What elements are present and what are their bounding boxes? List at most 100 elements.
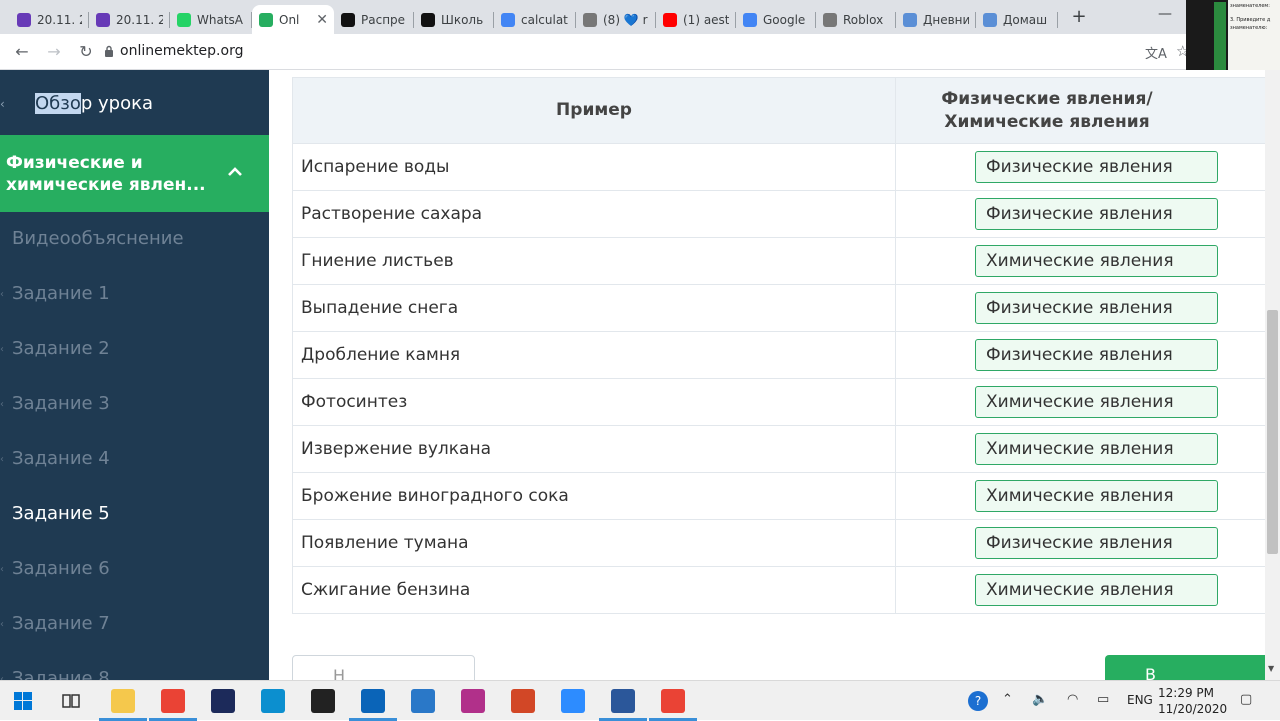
scrollbar-thumb[interactable]	[1267, 310, 1278, 554]
example-cell: Появление тумана	[292, 519, 896, 567]
word-icon[interactable]	[611, 689, 635, 713]
answer-cell: Физические явления	[895, 284, 1265, 332]
battery-icon[interactable]: ▭	[1097, 692, 1109, 707]
outlook-icon[interactable]	[361, 689, 385, 713]
windows-start-icon[interactable]	[14, 692, 32, 710]
answer-cell: Физические явления	[895, 519, 1265, 567]
previous-button[interactable]: Н	[292, 655, 475, 680]
tab-title: WhatsA	[197, 12, 243, 27]
powerpoint-icon[interactable]	[511, 689, 535, 713]
chevron-left-icon[interactable]: ‹	[0, 97, 5, 111]
answer-dropdown[interactable]: Физические явления	[975, 151, 1218, 183]
sidebar-item[interactable]: Задание 3	[12, 393, 110, 414]
current-section[interactable]: Физические и химические явлен...	[0, 135, 269, 212]
example-cell: Гниение листьев	[292, 237, 896, 285]
browser-tab[interactable]: Распре	[334, 5, 414, 34]
answer-dropdown[interactable]: Физические явления	[975, 527, 1218, 559]
answer-dropdown[interactable]: Физические явления	[975, 339, 1218, 371]
answer-cell: Химические явления	[895, 566, 1265, 614]
url-text[interactable]: onlinemektep.org	[120, 43, 243, 59]
item-marker-icon: ‹	[0, 399, 4, 410]
notification-icon[interactable]: ▢	[1240, 692, 1252, 707]
zoom-icon[interactable]	[561, 689, 585, 713]
edge-icon[interactable]	[261, 689, 285, 713]
example-cell: Фотосинтез	[292, 378, 896, 426]
tab-title: Onl	[279, 12, 300, 27]
table-row: Брожение виноградного сока Химические явл…	[292, 472, 1265, 520]
sidebar-item[interactable]: Задание 6	[12, 558, 110, 579]
sidebar-item[interactable]: Задание 1	[12, 283, 110, 304]
browser-tab[interactable]: 20.11. 2	[89, 5, 170, 34]
sidebar-item[interactable]: Задание 7	[12, 613, 110, 634]
answer-dropdown[interactable]: Физические явления	[975, 198, 1218, 230]
browser-tab[interactable]: 20.11. 2	[10, 5, 89, 34]
forms-icon	[17, 12, 31, 27]
answer-dropdown[interactable]: Химические явления	[975, 574, 1218, 606]
minimize-button[interactable]: —	[1158, 6, 1172, 22]
answer-cell: Химические явления	[895, 237, 1265, 285]
answer-cell: Химические явления	[895, 425, 1265, 473]
next-button[interactable]: В	[1105, 655, 1265, 680]
new-tab-button[interactable]: +	[1068, 6, 1090, 28]
help-icon[interactable]: ?	[968, 691, 988, 711]
forward-icon[interactable]: →	[44, 42, 64, 62]
tab-title: Google	[763, 12, 806, 27]
example-cell: Выпадение снега	[292, 284, 896, 332]
chevron-up-icon[interactable]	[226, 163, 244, 181]
date: 11/20/2020	[1158, 702, 1228, 716]
sidebar-item[interactable]: Задание 4	[12, 448, 110, 469]
clock[interactable]: 12:29 PM 11/20/2020	[1158, 685, 1228, 717]
task-view-icon[interactable]	[62, 692, 80, 710]
translate-icon	[743, 12, 757, 27]
answer-dropdown[interactable]: Химические явления	[975, 433, 1218, 465]
onlinemektep-icon	[259, 12, 273, 27]
chrome-icon[interactable]	[161, 689, 185, 713]
chrome-icon[interactable]	[661, 689, 685, 713]
sidebar-item[interactable]: Задание 2	[12, 338, 110, 359]
tab-separator	[1057, 12, 1058, 28]
sidebar-item[interactable]: Задание 8	[12, 668, 110, 680]
overlay-text: знаменателю:	[1230, 25, 1268, 31]
example-cell: Испарение воды	[292, 143, 896, 191]
answer-dropdown[interactable]: Физические явления	[975, 292, 1218, 324]
answer-dropdown[interactable]: Химические явления	[975, 480, 1218, 512]
app-icon[interactable]	[461, 689, 485, 713]
browser-tab[interactable]: Roblox	[816, 5, 896, 34]
wifi-icon[interactable]: ◠	[1067, 692, 1078, 707]
browser-tab[interactable]: calculat	[494, 5, 576, 34]
table-row: Испарение воды Физические явления	[292, 143, 1265, 191]
next-label: В	[1145, 665, 1156, 680]
back-icon[interactable]: ←	[12, 42, 32, 62]
sidebar-item[interactable]: Задание 5	[12, 503, 110, 524]
translate-icon[interactable]: 文A	[1145, 43, 1167, 62]
file-explorer-icon[interactable]	[111, 689, 135, 713]
scroll-down-icon[interactable]: ▼	[1268, 664, 1274, 673]
photos-icon[interactable]	[411, 689, 435, 713]
media-icon[interactable]	[311, 689, 335, 713]
language-indicator[interactable]: ENG	[1127, 693, 1153, 707]
browser-tab[interactable]: Домаш	[976, 5, 1058, 34]
lesson-overview-link[interactable]: Обзор урока	[35, 93, 153, 114]
overlay-text: 3. Приведите д	[1230, 17, 1271, 23]
reload-icon[interactable]: ↻	[76, 42, 96, 62]
volume-icon[interactable]: 🔈	[1032, 692, 1048, 707]
overlay-text: знаменателем:	[1230, 3, 1270, 9]
browser-tab[interactable]: WhatsA	[170, 5, 252, 34]
browser-tab[interactable]: Школь	[414, 5, 494, 34]
roblox-icon	[823, 12, 837, 27]
table-row: Сжигание бензина Химические явления	[292, 566, 1265, 614]
answer-dropdown[interactable]: Химические явления	[975, 245, 1218, 277]
answer-cell: Физические явления	[895, 143, 1265, 191]
overlay-paper	[1228, 0, 1280, 80]
browser-tab[interactable]: (1) aest	[656, 5, 736, 34]
example-cell: Сжигание бензина	[292, 566, 896, 614]
browser-tab[interactable]: Google	[736, 5, 816, 34]
close-tab-icon[interactable]: ✕	[316, 12, 328, 28]
cinema4d-icon[interactable]	[211, 689, 235, 713]
browser-tab[interactable]: (8) 💙 r	[576, 5, 656, 34]
browser-tab[interactable]: Дневни	[896, 5, 976, 34]
chevron-up-icon[interactable]: ⌃	[1002, 692, 1013, 707]
answer-dropdown[interactable]: Химические явления	[975, 386, 1218, 418]
browser-tab[interactable]: Onl ✕	[252, 5, 334, 34]
sidebar-item[interactable]: Видеообъяснение	[12, 228, 184, 249]
